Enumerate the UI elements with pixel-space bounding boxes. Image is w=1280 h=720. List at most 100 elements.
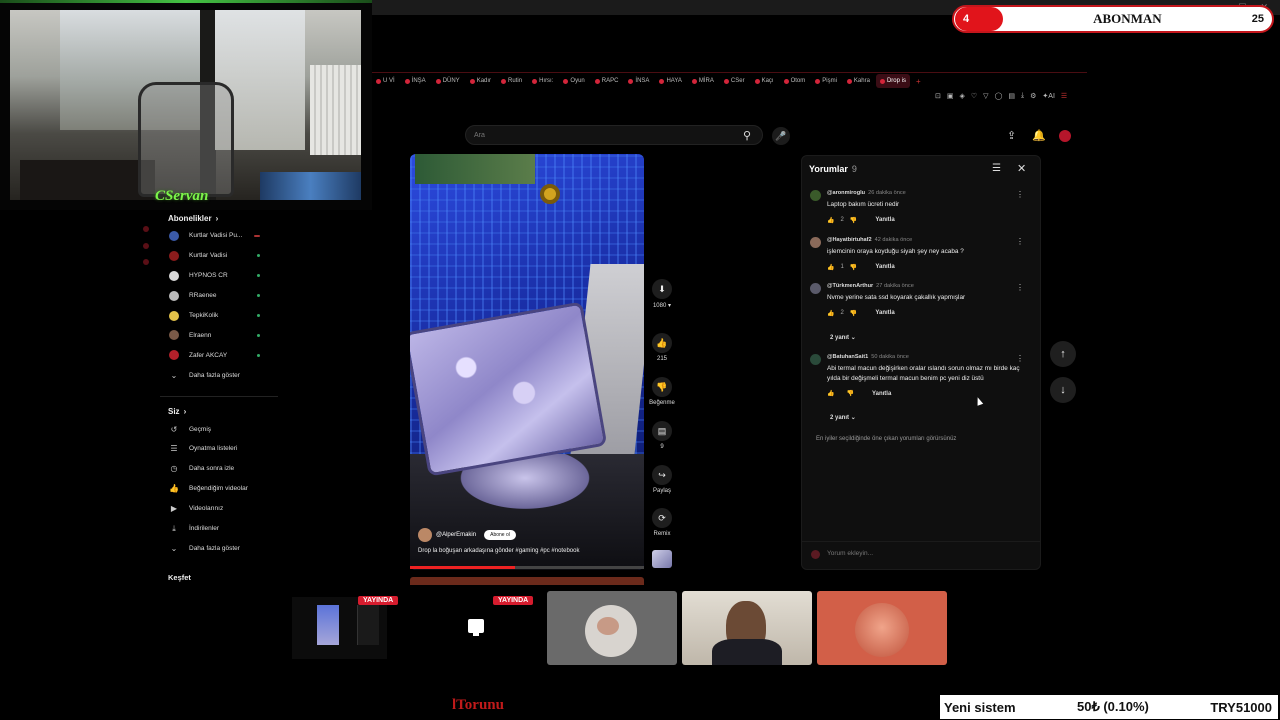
ai-icon[interactable]: ✦AI (1042, 92, 1054, 100)
thumb-up-icon[interactable]: 👍 (827, 310, 834, 317)
extension-icon[interactable]: ▽ (983, 92, 988, 100)
reply-button[interactable]: Yanıtla (875, 310, 894, 316)
explore-heading[interactable]: Keşfet (168, 573, 191, 582)
comment-author[interactable]: @Hayatbirtuhaf2 (827, 237, 872, 243)
next-short-preview[interactable] (410, 577, 644, 585)
thumb-down-icon[interactable]: 👎 (850, 217, 857, 224)
thumb-up-icon[interactable]: 👍 (827, 264, 834, 271)
remix-icon[interactable]: ⟳ (652, 508, 672, 528)
browser-tab[interactable]: HAYA (655, 74, 685, 88)
download-icon[interactable]: ⬇ (652, 279, 672, 299)
browser-tab[interactable]: CSer (720, 74, 749, 88)
more-options-icon[interactable]: ⋮ (1016, 283, 1024, 292)
sidebar-subscription[interactable]: TepkiKolik (160, 306, 278, 326)
upload-icon[interactable]: ⇪ (1007, 129, 1016, 142)
participant-tile[interactable] (817, 591, 947, 665)
commenter-avatar[interactable] (810, 190, 821, 201)
comments-action[interactable]: ▤ 9 (648, 421, 676, 450)
star-icon[interactable]: ♡ (971, 92, 977, 100)
browser-tab[interactable]: İNSA (624, 74, 653, 88)
sidebar-item[interactable]: ↺ Geçmiş (160, 419, 278, 439)
comment-icon[interactable]: ▤ (652, 421, 672, 441)
browser-tab[interactable]: MİRA (688, 74, 718, 88)
comment-input[interactable]: Yorum ekleyin... (827, 550, 873, 557)
channel-avatar[interactable] (418, 528, 432, 542)
sidebar-subscription[interactable]: Kurtlar Vadisi (160, 246, 278, 266)
thumb-up-icon[interactable]: 👍 (652, 333, 672, 353)
replies-toggle[interactable]: 2 yanıt ⌄ (830, 414, 856, 421)
microphone-icon[interactable]: 🎤 (772, 127, 790, 145)
sound-thumbnail[interactable] (652, 550, 672, 568)
settings-icon[interactable]: ⚙ (1030, 92, 1036, 100)
browser-tab[interactable]: Hırsı: (528, 74, 557, 88)
sidebar-subscription[interactable]: Kurtlar Vadisi Pu... (160, 226, 278, 246)
sort-icon[interactable]: ☰ (992, 163, 1001, 174)
dislike-action[interactable]: 👎 Beğenme (642, 377, 682, 406)
like-action[interactable]: 👍 215 (648, 333, 676, 362)
browser-tab[interactable]: DÜNY (432, 74, 464, 88)
browser-tab[interactable]: Kahra (843, 74, 874, 88)
sidebar-subscription[interactable]: HYPNOS CR (160, 266, 278, 286)
new-tab-icon[interactable]: + (912, 74, 925, 88)
bookmark-icon[interactable]: ⊡ (935, 92, 941, 100)
browser-tab[interactable]: Rutin (497, 74, 526, 88)
account-avatar[interactable] (1059, 130, 1071, 142)
sidebar-subscription[interactable]: Zafer AKCAY (160, 345, 278, 365)
subscribe-button[interactable]: Abone ol (484, 530, 516, 540)
screenshot-icon[interactable]: ▣ (947, 92, 954, 100)
shield-icon[interactable]: ◈ (960, 92, 965, 100)
reply-button[interactable]: Yanıtla (875, 264, 894, 270)
video-progress-bar[interactable] (410, 566, 644, 569)
search-input[interactable]: Ara (465, 125, 763, 145)
sidebar-subscription[interactable]: RRaenee (160, 286, 278, 306)
show-more-you[interactable]: ⌄ Daha fazla göster (160, 538, 278, 558)
browser-tab[interactable]: Oyun (559, 74, 588, 88)
thumb-up-icon[interactable]: 👍 (827, 390, 834, 397)
sidebar-item[interactable]: ☰ Oynatma listeleri (160, 439, 278, 459)
download-action[interactable]: ⬇ 1080 ▾ (648, 279, 676, 309)
browser-tab[interactable]: Drop is (875, 74, 910, 88)
more-options-icon[interactable]: ⋮ (1016, 190, 1024, 199)
reply-button[interactable]: Yanıtla (872, 391, 891, 397)
thumb-down-icon[interactable]: 👎 (850, 264, 857, 271)
search-icon[interactable]: ⚲ (737, 126, 757, 144)
thumb-down-icon[interactable]: 👎 (850, 310, 857, 317)
remix-action[interactable]: ⟳ Remix (648, 508, 676, 537)
thumb-down-icon[interactable]: 👎 (846, 390, 853, 397)
screen-share-tile[interactable] (292, 597, 387, 659)
short-video-player[interactable] (410, 154, 644, 570)
replies-toggle[interactable]: 2 yanıt ⌄ (830, 334, 856, 341)
participant-tile[interactable] (547, 591, 677, 665)
comment-author[interactable]: @BatuhanSait1 (827, 354, 868, 360)
menu-icon[interactable]: ☰ (1061, 92, 1067, 100)
previous-short-button[interactable]: ↑ (1050, 341, 1076, 367)
sidebar-item[interactable]: ◷ Daha sonra izle (160, 459, 278, 479)
channel-name[interactable]: @AlperEmakin (436, 532, 476, 538)
browser-tab[interactable]: Kadır (466, 74, 495, 88)
commenter-avatar[interactable] (810, 354, 821, 365)
commenter-avatar[interactable] (810, 283, 821, 294)
download-icon[interactable]: ⤓ (1021, 92, 1024, 100)
you-heading[interactable]: Siz › (160, 403, 278, 419)
next-short-button[interactable]: ↓ (1050, 377, 1076, 403)
comment-author[interactable]: @TürkmenArthur (827, 283, 873, 289)
chat-icon[interactable]: ◯ (995, 92, 1003, 100)
browser-tab[interactable]: İNŞA (401, 74, 430, 88)
participant-tile[interactable] (682, 591, 812, 665)
reply-button[interactable]: Yanıtla (875, 217, 894, 223)
more-options-icon[interactable]: ⋮ (1016, 237, 1024, 246)
browser-tab[interactable]: Pişmi (811, 74, 841, 88)
browser-tab[interactable]: Kaçı (751, 74, 778, 88)
share-action[interactable]: ↪ Paylaş (648, 465, 676, 494)
sidebar-item[interactable]: ⤓ İndirilenler (160, 519, 278, 539)
sidebar-subscription[interactable]: Elraenn (160, 325, 278, 345)
more-options-icon[interactable]: ⋮ (1016, 354, 1024, 363)
share-icon[interactable]: ↪ (652, 465, 672, 485)
sidebar-item[interactable]: 👍 Beğendiğim videolar (160, 479, 278, 499)
thumb-up-icon[interactable]: 👍 (827, 217, 834, 224)
browser-tab[interactable]: U Vİ (372, 74, 399, 88)
sidebar-item[interactable]: ▶ Videolarınız (160, 499, 278, 519)
bell-icon[interactable]: 🔔 (1032, 129, 1046, 142)
close-icon[interactable]: ✕ (1017, 162, 1026, 175)
subscriptions-heading[interactable]: Abonelikler › (160, 210, 278, 226)
